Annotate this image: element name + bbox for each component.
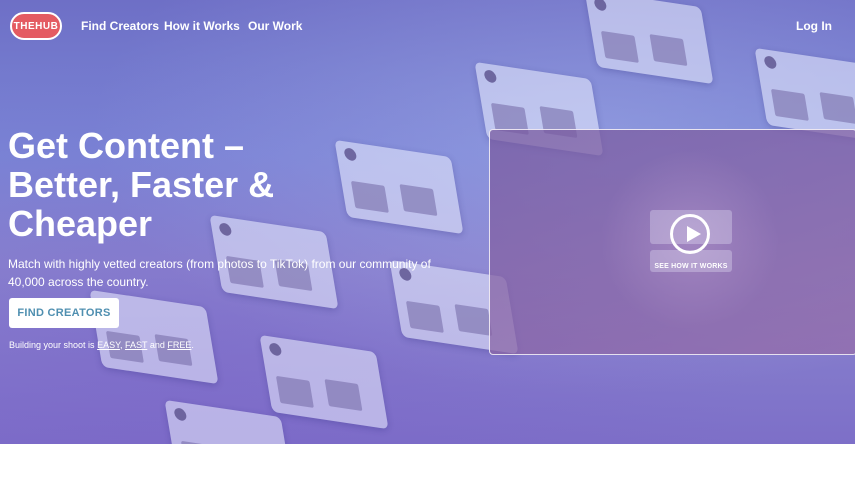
photo-thumb xyxy=(819,92,855,125)
find-creators-button[interactable]: FIND CREATORS xyxy=(9,298,119,328)
hero-note: Building your shoot is EASY, FAST and FR… xyxy=(9,340,194,350)
photo-thumb xyxy=(324,379,363,412)
note-prefix: Building your shoot is xyxy=(9,340,95,350)
brand-logo[interactable]: THEHUB xyxy=(10,12,62,40)
nav-how-it-works[interactable]: How it Works xyxy=(164,19,240,33)
note-fast-link[interactable]: FAST xyxy=(125,340,147,350)
avatar xyxy=(763,55,778,70)
creator-card-bg xyxy=(334,139,464,235)
login-link[interactable]: Log In xyxy=(796,19,832,33)
photo-thumb xyxy=(454,304,493,337)
note-end: . xyxy=(191,340,194,350)
play-icon[interactable] xyxy=(670,214,710,254)
creator-card-bg xyxy=(259,334,389,430)
photo-thumb xyxy=(154,334,193,367)
photo-thumb xyxy=(275,375,314,408)
creator-card-bg xyxy=(754,47,855,143)
video-player[interactable]: SEE HOW IT WORKS xyxy=(489,129,855,355)
photo-thumb xyxy=(350,180,389,213)
avatar xyxy=(268,342,283,357)
avatar xyxy=(483,69,498,84)
hero-section: THEHUB Find Creators How it Works Our Wo… xyxy=(0,0,855,444)
nav-find-creators[interactable]: Find Creators xyxy=(81,19,159,33)
note-easy-link[interactable]: EASY xyxy=(97,340,120,350)
video-label: SEE HOW IT WORKS xyxy=(654,263,728,270)
photo-thumb xyxy=(180,440,219,444)
hero-headline: Get Content – Better, Faster & Cheaper xyxy=(8,125,275,244)
nav-our-work[interactable]: Our Work xyxy=(248,19,302,33)
photo-thumb xyxy=(770,88,809,121)
avatar xyxy=(173,407,188,422)
top-nav: THEHUB Find Creators How it Works Our Wo… xyxy=(0,0,855,52)
photo-thumb xyxy=(399,184,438,217)
hero-subtext: Match with highly vetted creators (from … xyxy=(8,257,431,289)
avatar xyxy=(343,147,358,162)
note-and: and xyxy=(149,340,165,350)
note-separator: , xyxy=(119,340,123,350)
photo-thumb xyxy=(405,300,444,333)
note-free-link[interactable]: FREE xyxy=(167,340,191,350)
